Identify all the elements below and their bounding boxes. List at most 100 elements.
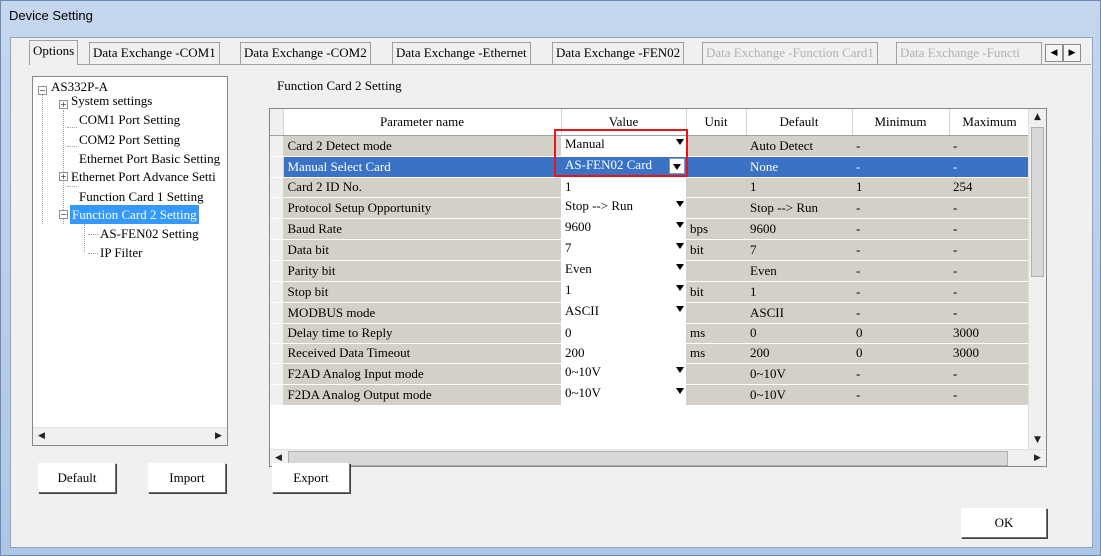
table-row[interactable]: Received Data Timeout 200 ms 200 0 3000: [270, 343, 1030, 364]
scroll-thumb[interactable]: [1031, 127, 1044, 277]
grid-horizontal-scrollbar[interactable]: ◀ ▶: [270, 449, 1046, 466]
param-unit-cell: bit: [686, 281, 746, 303]
expand-icon[interactable]: +: [59, 100, 68, 109]
param-value-cell[interactable]: Stop --> Run: [561, 197, 686, 219]
col-unit[interactable]: Unit: [686, 109, 747, 136]
param-value-cell[interactable]: ASCII: [561, 302, 686, 324]
scroll-right-icon[interactable]: ▶: [210, 428, 227, 445]
param-name-cell: Baud Rate: [283, 218, 561, 240]
param-value-cell[interactable]: AS-FEN02 Card: [561, 156, 686, 178]
tree-item-ethernet-basic[interactable]: Ethernet Port Basic Setting: [79, 149, 220, 168]
import-button[interactable]: Import: [148, 463, 226, 493]
tab-data-exchange-fen02[interactable]: Data Exchange -FEN02: [552, 42, 685, 64]
param-value-cell[interactable]: 0~10V: [561, 363, 686, 385]
chevron-down-icon[interactable]: [676, 387, 684, 394]
tab-scroll-right-button[interactable]: ▶: [1063, 44, 1081, 62]
parameter-grid[interactable]: Parameter name Value Unit Default Minimu…: [269, 108, 1047, 467]
param-value-cell[interactable]: 200: [561, 343, 686, 364]
grid-vertical-scrollbar[interactable]: ▲ ▼: [1028, 109, 1046, 449]
param-unit-cell: [686, 363, 746, 385]
tree-horizontal-scrollbar[interactable]: ◀ ▶: [33, 427, 227, 445]
col-minimum[interactable]: Minimum: [852, 109, 950, 136]
param-value-cell[interactable]: 0~10V: [561, 384, 686, 406]
param-unit-cell: [686, 302, 746, 324]
dropdown-button[interactable]: [669, 157, 685, 174]
param-max-cell: -: [949, 260, 1030, 282]
table-row[interactable]: Manual Select Card AS-FEN02 Card None - -: [270, 156, 1030, 178]
table-row[interactable]: F2AD Analog Input mode 0~10V 0~10V - -: [270, 363, 1030, 385]
tree-item-ethernet-advance[interactable]: Ethernet Port Advance Setti: [71, 167, 216, 186]
param-value-cell[interactable]: 7: [561, 239, 686, 261]
param-value-cell[interactable]: 9600: [561, 218, 686, 240]
tree-item-com2-port-setting[interactable]: COM2 Port Setting: [79, 130, 180, 149]
table-row[interactable]: Stop bit 1 bit 1- -: [270, 281, 1030, 303]
table-row[interactable]: Parity bit Even Even - -: [270, 260, 1030, 282]
collapse-icon[interactable]: −: [59, 210, 68, 219]
export-button[interactable]: Export: [272, 463, 350, 493]
row-header: [270, 218, 284, 240]
table-row[interactable]: Data bit 7 bit 7- -: [270, 239, 1030, 261]
table-row[interactable]: Protocol Setup Opportunity Stop --> Run St…: [270, 197, 1030, 219]
table-row[interactable]: Baud Rate 9600 bps 9600- -: [270, 218, 1030, 240]
col-value[interactable]: Value: [561, 109, 687, 136]
chevron-down-icon[interactable]: [676, 284, 684, 291]
col-parameter-name[interactable]: Parameter name: [283, 109, 562, 136]
col-default[interactable]: Default: [746, 109, 853, 136]
param-default-cell: Stop --> Run: [746, 197, 852, 219]
tree-item-system-settings[interactable]: System settings: [71, 91, 152, 110]
param-default-cell: Auto Detect: [746, 135, 852, 157]
default-button[interactable]: Default: [38, 463, 116, 493]
table-row[interactable]: MODBUS mode ASCII ASCII - -: [270, 302, 1030, 324]
scroll-thumb[interactable]: [288, 451, 1008, 466]
scroll-right-icon[interactable]: ▶: [1029, 450, 1046, 466]
param-default-cell: 7: [746, 239, 852, 261]
chevron-down-icon[interactable]: [676, 242, 684, 249]
row-header: [270, 156, 284, 178]
row-header: [270, 135, 284, 157]
chevron-down-icon[interactable]: [676, 263, 684, 270]
collapse-icon[interactable]: −: [38, 86, 47, 95]
settings-tree[interactable]: − AS332P-A + System settings COM1 Port S…: [32, 76, 228, 446]
param-name-cell: Data bit: [283, 239, 561, 261]
param-default-cell: Even: [746, 260, 852, 282]
row-header: [270, 363, 284, 385]
param-unit-cell: [686, 260, 746, 282]
param-default-cell: 0: [746, 323, 852, 344]
param-value-cell[interactable]: 1: [561, 281, 686, 303]
tree-item-function-card-2[interactable]: Function Card 2 Setting: [70, 205, 199, 224]
col-maximum[interactable]: Maximum: [949, 109, 1031, 136]
tree-item-function-card-1[interactable]: Function Card 1 Setting: [79, 187, 204, 206]
param-value-cell[interactable]: Even: [561, 260, 686, 282]
param-default-cell: ASCII: [746, 302, 852, 324]
tree-item-as-fen02-setting[interactable]: AS-FEN02 Setting: [100, 224, 199, 243]
chevron-down-icon[interactable]: [676, 138, 684, 145]
ok-button[interactable]: OK: [961, 508, 1047, 538]
chevron-down-icon[interactable]: [676, 221, 684, 228]
param-default-cell: 9600: [746, 218, 852, 240]
chevron-down-icon[interactable]: [676, 305, 684, 312]
param-max-cell: 3000: [949, 323, 1030, 344]
tab-scroll-left-button[interactable]: ◀: [1045, 44, 1063, 62]
table-header-row: Parameter name Value Unit Default Minimu…: [270, 109, 1031, 136]
tab-data-exchange-ethernet[interactable]: Data Exchange -Ethernet: [392, 42, 531, 64]
param-value-cell[interactable]: 1: [561, 177, 686, 198]
tree-item-com1-port-setting[interactable]: COM1 Port Setting: [79, 110, 180, 129]
scroll-up-icon[interactable]: ▲: [1029, 109, 1046, 126]
chevron-down-icon[interactable]: [676, 366, 684, 373]
param-min-cell: 0: [852, 343, 949, 364]
tab-data-exchange-com2[interactable]: Data Exchange -COM2: [240, 42, 371, 64]
arrow-right-icon: ▶: [1068, 48, 1076, 58]
tab-data-exchange-com1[interactable]: Data Exchange -COM1: [89, 42, 220, 64]
param-value-cell[interactable]: Manual: [561, 135, 686, 157]
chevron-down-icon[interactable]: [676, 200, 684, 207]
scroll-left-icon[interactable]: ◀: [33, 428, 50, 445]
table-row[interactable]: Delay time to Reply 0 ms 0 0 3000: [270, 323, 1030, 344]
tree-item-ip-filter[interactable]: IP Filter: [100, 243, 143, 262]
table-row[interactable]: Card 2 ID No. 1 1 1 254: [270, 177, 1030, 198]
param-value-cell[interactable]: 0: [561, 323, 686, 344]
table-row[interactable]: Card 2 Detect mode Manual Auto Detect - -: [270, 135, 1030, 157]
table-row[interactable]: F2DA Analog Output mode 0~10V 0~10V - -: [270, 384, 1030, 406]
scroll-down-icon[interactable]: ▼: [1029, 432, 1046, 449]
expand-icon[interactable]: +: [59, 172, 68, 181]
tab-options[interactable]: Options: [29, 40, 79, 65]
